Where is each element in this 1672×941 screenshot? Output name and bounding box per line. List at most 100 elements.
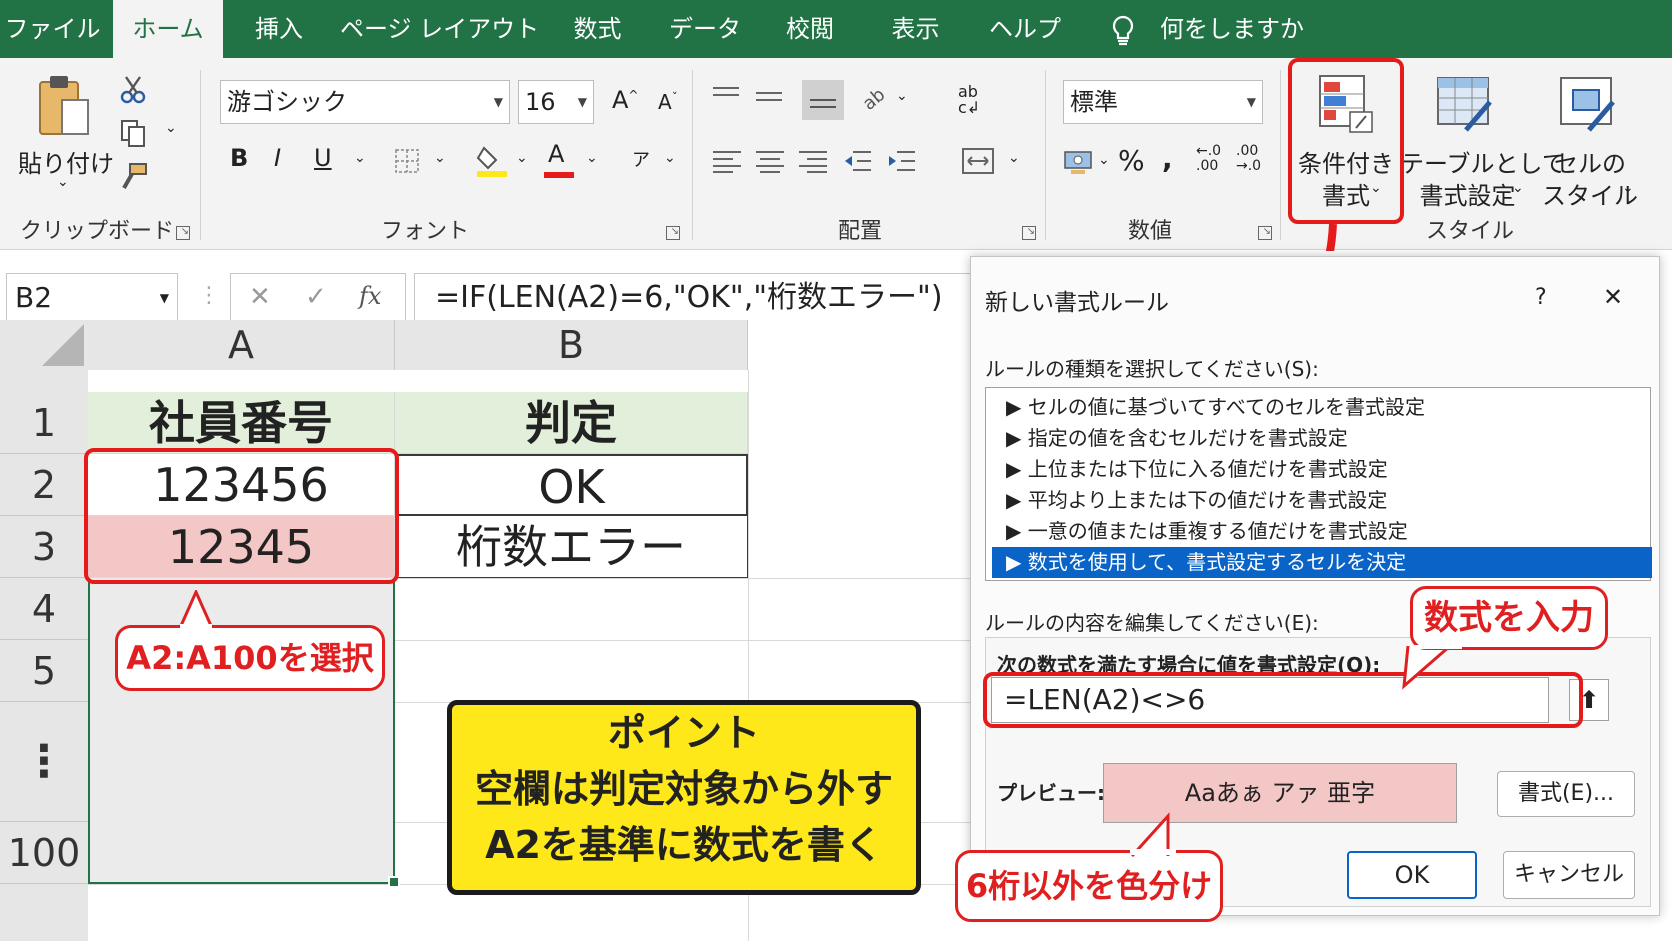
a2-a3-highlight [84, 448, 399, 584]
phonetic-dropdown-icon[interactable]: ⌄ [664, 150, 676, 166]
paste-icon[interactable] [36, 72, 92, 142]
row-header-2[interactable]: 2 [0, 454, 88, 516]
currency-icon[interactable] [1063, 148, 1095, 176]
italic-button[interactable]: I [274, 144, 281, 172]
align-bottom-icon[interactable] [802, 80, 844, 120]
tab-help[interactable]: ヘルプ [975, 0, 1075, 58]
formula-buttons: ✕ ✓ fx [230, 273, 406, 323]
lightbulb-icon[interactable] [1108, 14, 1138, 46]
font-launcher-icon[interactable]: ↘ [666, 226, 680, 240]
cancel-button[interactable]: キャンセル [1503, 851, 1635, 899]
tab-view[interactable]: 表示 [868, 0, 963, 58]
select-all-corner[interactable] [0, 320, 88, 370]
fill-handle[interactable] [388, 876, 400, 888]
align-middle-icon[interactable] [755, 82, 783, 112]
tab-data[interactable]: データ [655, 0, 755, 58]
rule-type-item-selected[interactable]: ▶ 数式を使用して、書式設定するセルを決定 [992, 547, 1652, 578]
tell-me-search[interactable]: 何をしますか [1160, 0, 1304, 58]
format-button[interactable]: 書式(E)... [1497, 771, 1635, 817]
cell-a1[interactable]: 社員番号 [88, 392, 395, 454]
fill-dropdown-icon[interactable]: ⌄ [516, 150, 528, 166]
cell-styles-dropdown-icon[interactable]: ⌄ [1622, 180, 1634, 196]
phonetic-icon[interactable]: ア [632, 146, 650, 172]
format-as-table-icon [1436, 76, 1496, 136]
cancel-edit-button[interactable]: ✕ [249, 282, 271, 312]
increase-indent-icon[interactable] [886, 146, 916, 176]
rule-type-item[interactable]: ▶ 上位または下位に入る値だけを書式設定 [992, 454, 1652, 485]
cell-b3[interactable]: 桁数エラー [395, 516, 748, 578]
menu-bar: ファイル ホーム 挿入 ページ レイアウト 数式 データ 校閲 表示 ヘルプ 何… [0, 0, 1672, 58]
increase-decimal-icon[interactable]: ←.0.00 [1196, 144, 1221, 174]
name-box-dropdown-icon[interactable]: ▼ [160, 274, 169, 322]
decrease-font-icon[interactable]: Aˇ [658, 90, 678, 114]
row-header-1[interactable]: 1 [0, 392, 88, 454]
table-dropdown-icon[interactable]: ⌄ [1512, 180, 1524, 196]
orientation-icon[interactable]: ab [858, 82, 888, 112]
tab-formulas[interactable]: 数式 [550, 0, 645, 58]
formula-input[interactable]: =IF(LEN(A2)=6,"OK","桁数エラー") [414, 273, 970, 323]
formula-bar-handle: ⋮ [198, 283, 220, 308]
align-right-icon[interactable] [798, 146, 828, 176]
ok-button[interactable]: OK [1347, 851, 1477, 899]
tab-review[interactable]: 校閲 [765, 0, 855, 58]
number-format-combo[interactable]: 標準 ▼ [1063, 80, 1263, 124]
font-name-combo[interactable]: 游ゴシック ▼ [220, 80, 510, 124]
currency-dropdown-icon[interactable]: ⌄ [1098, 152, 1110, 168]
insert-function-button[interactable]: fx [359, 282, 381, 310]
close-button[interactable]: ✕ [1603, 283, 1623, 311]
point-title: ポイント [607, 711, 760, 755]
number-group-label: 数値 [1127, 219, 1172, 244]
rule-type-item[interactable]: ▶ セルの値に基づいてすべてのセルを書式設定 [992, 392, 1652, 423]
align-center-icon[interactable] [755, 146, 785, 176]
font-size-combo[interactable]: 16 ▼ [518, 80, 594, 124]
border-dropdown-icon[interactable]: ⌄ [434, 150, 446, 166]
row-header-5[interactable]: 5 [0, 640, 88, 702]
align-left-icon[interactable] [712, 146, 742, 176]
color-code-callout: 6桁以外を色分け [955, 850, 1223, 922]
bold-button[interactable]: B [230, 144, 248, 172]
comma-button[interactable]: , [1162, 142, 1173, 175]
name-box[interactable]: B2 ▼ [6, 273, 178, 323]
row-header-100[interactable]: 100 [0, 822, 88, 884]
tab-page-layout[interactable]: ページ レイアウト [340, 0, 539, 58]
tab-file[interactable]: ファイル [0, 0, 105, 58]
underline-dropdown-icon[interactable]: ⌄ [354, 150, 366, 166]
clipboard-launcher-icon[interactable]: ↘ [176, 226, 190, 240]
paste-dropdown-icon[interactable]: ⌄ [57, 174, 69, 190]
fill-color-icon[interactable] [476, 142, 508, 178]
tab-home[interactable]: ホーム [113, 0, 223, 58]
rule-type-item[interactable]: ▶ 平均より上または下の値だけを書式設定 [992, 485, 1652, 516]
merge-center-icon[interactable] [962, 148, 994, 174]
column-header-b[interactable]: B [395, 320, 748, 370]
border-icon[interactable] [392, 146, 422, 176]
decrease-decimal-icon[interactable]: .00 →.0 [1236, 144, 1261, 174]
percent-button[interactable]: % [1118, 144, 1145, 177]
conditional-formatting-highlight [1288, 58, 1404, 224]
font-color-dropdown-icon[interactable]: ⌄ [586, 150, 598, 166]
increase-font-icon[interactable]: A^ [612, 86, 638, 114]
decrease-indent-icon[interactable] [842, 146, 872, 176]
cell-b1[interactable]: 判定 [395, 392, 748, 454]
font-color-button[interactable]: A [544, 140, 576, 180]
row-header-4[interactable]: 4 [0, 578, 88, 640]
underline-button[interactable]: U [314, 144, 332, 172]
copy-icon[interactable] [118, 118, 148, 148]
copy-dropdown-icon[interactable]: ⌄ [165, 120, 177, 136]
column-header-a[interactable]: A [88, 320, 395, 370]
alignment-launcher-icon[interactable]: ↘ [1022, 226, 1036, 240]
orientation-dropdown-icon[interactable]: ⌄ [896, 88, 908, 104]
align-top-icon[interactable] [712, 80, 740, 110]
wrap-text-icon[interactable]: ab c↲ [958, 84, 980, 116]
number-launcher-icon[interactable]: ↘ [1258, 226, 1272, 240]
cut-icon[interactable] [118, 74, 148, 104]
rule-type-item[interactable]: ▶ 一意の値または重複する値だけを書式設定 [992, 516, 1652, 547]
row-header-3[interactable]: 3 [0, 516, 88, 578]
tab-insert[interactable]: 挿入 [233, 0, 325, 58]
format-painter-icon[interactable] [118, 162, 148, 192]
help-button[interactable]: ? [1535, 285, 1547, 310]
merge-dropdown-icon[interactable]: ⌄ [1008, 150, 1020, 166]
alignment-group-label: 配置 [837, 219, 882, 244]
confirm-edit-button[interactable]: ✓ [305, 282, 327, 312]
cell-b2[interactable]: OK [395, 454, 748, 516]
rule-type-item[interactable]: ▶ 指定の値を含むセルだけを書式設定 [992, 423, 1652, 454]
